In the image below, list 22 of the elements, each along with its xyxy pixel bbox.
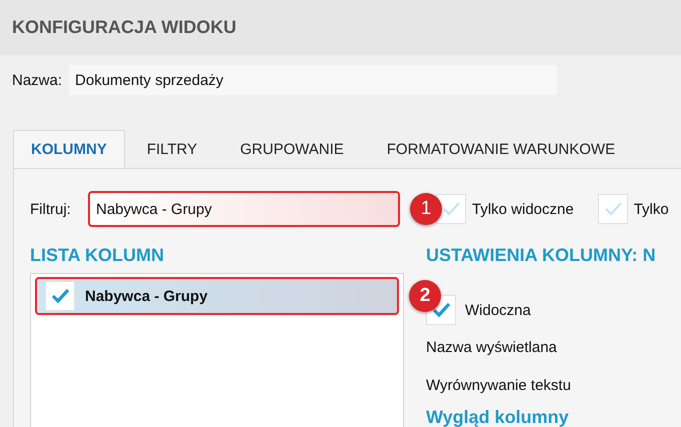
field-label: Wyrównywanie tekstu xyxy=(426,377,572,396)
name-label: Nazwa: xyxy=(12,72,62,88)
section-heading: USTAWIENIA KOLUMNY: N xyxy=(426,245,656,267)
tab[interactable]: FORMATOWANIE WARUNKOWE xyxy=(366,130,636,168)
check-icon xyxy=(431,300,451,320)
checkbox[interactable] xyxy=(598,194,628,224)
option-label: Tylko xyxy=(634,200,669,218)
section-heading: LISTA KOLUMN xyxy=(30,245,165,267)
check-icon xyxy=(50,286,70,306)
field-label: Nazwa wyświetlana xyxy=(426,339,558,358)
callout-badge: 2 xyxy=(409,280,441,312)
name-field[interactable]: Dokumenty sprzedaży xyxy=(69,65,558,95)
option-label: Tylko widoczne xyxy=(472,200,574,218)
tab[interactable]: KOLUMNY xyxy=(13,130,125,168)
filter-label: Filtruj: xyxy=(30,200,72,218)
checkbox[interactable] xyxy=(45,281,75,311)
tab[interactable]: GRUPOWANIE xyxy=(219,130,365,168)
section-heading: Wygląd kolumny xyxy=(426,407,570,427)
window-title: KONFIGURACJA WIDOKU xyxy=(12,17,236,38)
tab[interactable]: FILTRY xyxy=(126,130,218,168)
checkbox-label: Widoczna xyxy=(465,302,531,318)
callout-badge: 1 xyxy=(410,193,442,225)
